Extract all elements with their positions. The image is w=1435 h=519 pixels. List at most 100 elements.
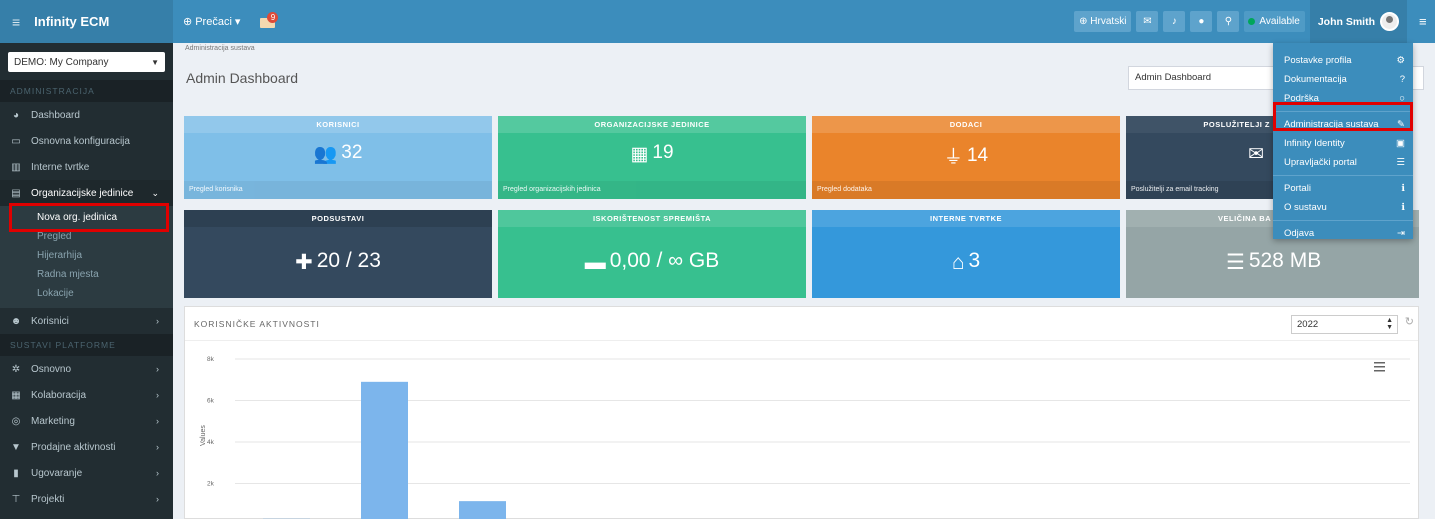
tile-title: ORGANIZACIJSKE JEDINICE xyxy=(498,116,806,133)
tile-value: 528 MB xyxy=(1248,249,1322,272)
tile-addons[interactable]: DODACI ⏚ 14 Pregled dodataka xyxy=(812,116,1120,199)
mail-notifications[interactable]: 9 xyxy=(260,11,280,32)
tile-storage-usage[interactable]: ISKORIŠTENOST SPREMIŠTA ▬ 0,00 / ∞ GB xyxy=(498,210,806,298)
menu-item-about[interactable]: O sustavu ℹ xyxy=(1273,198,1413,217)
tile-title: ISKORIŠTENOST SPREMIŠTA xyxy=(498,210,806,227)
chevron-right-icon: › xyxy=(156,390,159,400)
sidebar-item-contracting[interactable]: ▮ Ugovaranje › xyxy=(0,460,173,486)
chevron-right-icon: › xyxy=(156,442,159,452)
tile-footer[interactable]: Pregled korisnika xyxy=(184,181,492,199)
sidebar-item-label: Prodajne aktivnosti xyxy=(31,441,116,453)
tile-org-units[interactable]: ORGANIZACIJSKE JEDINICE ▦ 19 Pregled orga… xyxy=(498,116,806,199)
tile-email-servers[interactable]: POSLUŽITELJI Z ✉ Poslužitelji za email t… xyxy=(1126,116,1276,199)
globe-icon: ⊕ xyxy=(1079,16,1091,27)
sub-item-hierarchy[interactable]: Hijerarhija xyxy=(0,246,173,265)
company-select[interactable]: DEMO: My Company ▼ xyxy=(8,52,165,72)
sidebar-item-dashboard[interactable]: ◕ Dashboard xyxy=(0,102,173,128)
tile-footer[interactable]: Poslužitelji za email tracking xyxy=(1126,181,1276,199)
announcements-button[interactable]: ✉ xyxy=(1136,11,1159,32)
building-icon: ▤ xyxy=(11,187,21,199)
document-icon: ▮ xyxy=(13,467,19,479)
tile-title: INTERNE TVRTKE xyxy=(812,210,1120,227)
chart-menu-icon[interactable] xyxy=(1374,362,1385,372)
sub-item-positions[interactable]: Radna mjesta xyxy=(0,265,173,284)
menu-item-label: Infinity Identity xyxy=(1284,138,1345,149)
tile-value: 20 / 23 xyxy=(316,249,381,272)
language-button[interactable]: ⊕ Hrvatski xyxy=(1074,11,1132,32)
sidebar-item-basic[interactable]: ✲ Osnovno › xyxy=(0,356,173,382)
info-icon: ℹ xyxy=(1401,183,1405,194)
plus-circle-icon: ⊕ xyxy=(183,16,193,28)
highlight-box xyxy=(9,203,169,232)
sidebar-item-collaboration[interactable]: ▦ Kolaboracija › xyxy=(0,382,173,408)
sidebar-item-basic-config[interactable]: ▭ Osnovna konfiguracija xyxy=(0,128,173,154)
users-icon: ☻ xyxy=(10,315,22,327)
status-label: Available xyxy=(1259,16,1300,27)
tile-value-wrap: ⌂ 3 xyxy=(812,249,1120,275)
chat-button[interactable]: ● xyxy=(1190,11,1213,32)
status-button[interactable]: Available xyxy=(1244,11,1305,32)
plug-icon: ⏚ xyxy=(943,147,963,168)
sidebar-item-label: Korisnici xyxy=(31,315,69,327)
dashboard-icon: ◕ xyxy=(12,109,20,121)
search-icon: ⚲ xyxy=(1224,16,1233,27)
refresh-icon[interactable]: ↻ xyxy=(1405,315,1414,328)
tile-title: KORISNICI xyxy=(184,116,492,133)
sidebar-item-internal-companies[interactable]: ▥ Interne tvrtke xyxy=(0,154,173,180)
mail-count-badge: 9 xyxy=(267,11,279,23)
activity-chart: 8k 6k 4k 2k Values xyxy=(200,356,1410,519)
tile-users[interactable]: KORISNICI 👥 32 Pregled korisnika xyxy=(184,116,492,199)
section-title-admin: ADMINISTRACIJA xyxy=(0,80,173,102)
menu-item-infinity-identity[interactable]: Infinity Identity ▣ xyxy=(1273,134,1413,153)
tile-value: 3 xyxy=(968,249,981,272)
home-icon: ⌂ xyxy=(951,251,965,274)
sign-out-icon: ⇥ xyxy=(1397,228,1405,239)
menu-item-portals[interactable]: Portali ℹ xyxy=(1273,179,1413,198)
sidebar-item-users[interactable]: ☻ Korisnici › xyxy=(0,308,173,334)
sidebar-item-label: Ugovaranje xyxy=(31,467,83,479)
panel-title: KORISNIČKE AKTIVNOSTI xyxy=(185,307,1418,341)
shortcuts-label: Prečaci xyxy=(195,15,232,28)
menu-item-management-portal[interactable]: Upravljački portal ☰ xyxy=(1273,153,1413,172)
search-button[interactable]: ⚲ xyxy=(1217,11,1240,32)
year-select[interactable]: 2022 ▲ ▼ xyxy=(1291,315,1398,334)
tile-internal-companies[interactable]: INTERNE TVRTKE ⌂ 3 xyxy=(812,210,1120,298)
menu-separator xyxy=(1273,220,1413,221)
menu-item-label: Dokumentacija xyxy=(1284,74,1347,85)
user-menu[interactable]: John Smith xyxy=(1309,0,1407,43)
user-activity-panel: KORISNIČKE AKTIVNOSTI 2022 ▲ ▼ ↻ 8k 6k 4k 2k… xyxy=(184,306,1419,519)
notifications-button[interactable]: ♪ xyxy=(1163,11,1186,32)
tile-footer[interactable]: Pregled dodataka xyxy=(812,181,1120,199)
chart-bar[interactable] xyxy=(459,501,506,519)
chevron-down-icon: ▼ xyxy=(151,57,159,67)
chart-bar[interactable] xyxy=(361,381,408,519)
language-label: Hrvatski xyxy=(1090,16,1127,27)
brand-name[interactable]: Infinity ECM xyxy=(34,14,109,29)
menu-item-logout[interactable]: Odjava ⇥ xyxy=(1273,224,1413,243)
sub-item-locations[interactable]: Lokacije xyxy=(0,284,173,303)
gear-icon: ✲ xyxy=(11,363,21,375)
sidebar-item-marketing[interactable]: ◎ Marketing › xyxy=(0,408,173,434)
logo-area: ≡ Infinity ECM xyxy=(0,0,173,43)
right-panel-toggle-icon[interactable]: ≡ xyxy=(1419,14,1435,29)
sidebar-item-sales[interactable]: ▼ Prodajne aktivnosti › xyxy=(0,434,173,460)
tile-footer[interactable]: Pregled organizacijskih jedinica xyxy=(498,181,806,199)
tile-value: 19 xyxy=(652,142,674,163)
chevron-right-icon: › xyxy=(156,364,159,374)
menu-item-profile-settings[interactable]: Postavke profila ⚙ xyxy=(1273,51,1413,70)
shortcuts-menu[interactable]: ⊕ Prečaci ▾ xyxy=(183,15,240,29)
tile-value-wrap: ▦ 19 xyxy=(498,142,806,166)
cogs-icon: ⚙ xyxy=(1396,55,1405,66)
breadcrumb[interactable]: Administracija sustava xyxy=(185,45,255,52)
sidebar-item-projects[interactable]: ⊤ Projekti › xyxy=(0,486,173,512)
info-icon: ℹ xyxy=(1401,202,1405,213)
sidebar-toggle-icon[interactable]: ≡ xyxy=(12,14,20,30)
envelope-icon: ✉ xyxy=(1248,144,1264,165)
tile-subsystems[interactable]: PODSUSTAVI ✚ 20 / 23 xyxy=(184,210,492,298)
sitemap-icon: ⊤ xyxy=(11,493,21,505)
sidebar: DEMO: My Company ▼ ADMINISTRACIJA ◕ Dash… xyxy=(0,43,173,519)
highlight-box xyxy=(1273,102,1413,131)
menu-item-documentation[interactable]: Dokumentacija ? xyxy=(1273,70,1413,89)
bullhorn-icon: ✉ xyxy=(1143,16,1152,27)
sidebar-item-label: Projekti xyxy=(31,493,65,505)
